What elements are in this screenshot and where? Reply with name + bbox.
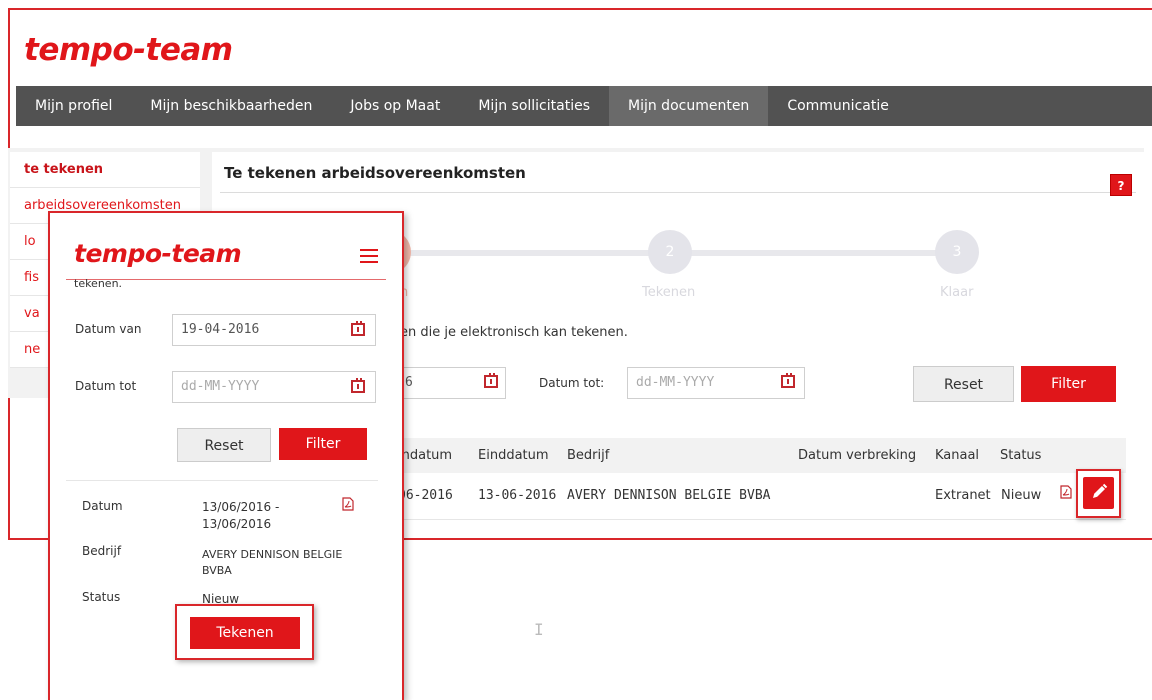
card-bedrijf-label: Bedrijf [82, 544, 122, 558]
step-3-circle: 3 [935, 230, 979, 274]
nav-communicatie[interactable]: Communicatie [768, 86, 908, 126]
mobile-date-from-input[interactable]: 19-04-2016 [172, 314, 376, 346]
mobile-reset-button[interactable]: Reset [177, 428, 271, 462]
nav-mijn-profiel[interactable]: Mijn profiel [16, 86, 131, 126]
calendar-icon[interactable] [351, 321, 365, 336]
sidebar-item-te-tekenen[interactable]: te tekenen [10, 152, 200, 188]
col-einddatum[interactable]: Einddatum [478, 448, 549, 463]
card-bedrijf-value-2: BVBA [202, 564, 232, 577]
calendar-icon[interactable] [351, 378, 365, 393]
nav-mijn-sollicitaties[interactable]: Mijn sollicitaties [459, 86, 609, 126]
text-cursor-icon: I [534, 620, 544, 639]
help-button[interactable]: ? [1110, 174, 1132, 196]
page-title: Te tekenen arbeidsovereenkomsten [224, 164, 526, 182]
step-3-label: Klaar [940, 285, 974, 300]
nav-jobs-op-maat[interactable]: Jobs op Maat [331, 86, 459, 126]
mobile-filter-button[interactable]: Filter [279, 428, 367, 460]
col-startdatum[interactable]: indatum [398, 448, 452, 463]
edit-button[interactable] [1083, 477, 1114, 509]
reset-button[interactable]: Reset [913, 366, 1014, 402]
col-bedrijf[interactable]: Bedrijf [567, 448, 609, 463]
step-2-label: Tekenen [642, 285, 696, 300]
filter-button[interactable]: Filter [1021, 366, 1116, 402]
mobile-intro-text: tekenen. [74, 277, 123, 290]
cell-status: Nieuw [1001, 488, 1042, 503]
card-datum-label: Datum [82, 499, 123, 513]
cell-einddatum: 13-06-2016 [478, 488, 557, 503]
card-datum-value: 13/06/2016 - [202, 500, 280, 514]
row-divider [400, 519, 1126, 520]
mobile-date-from-label: Datum van [75, 322, 142, 336]
tekenen-button[interactable]: Tekenen [190, 617, 300, 649]
nav-mijn-documenten[interactable]: Mijn documenten [609, 86, 769, 126]
step-2-circle: 2 [648, 230, 692, 274]
hamburger-menu-icon[interactable] [360, 249, 378, 264]
calendar-icon[interactable] [484, 373, 498, 388]
cell-startdatum: 06-2016 [398, 488, 453, 503]
description-text: en die je elektronisch kan tekenen. [400, 325, 628, 340]
mobile-card-divider [66, 480, 378, 481]
calendar-icon[interactable] [781, 373, 795, 388]
card-datum-value-2: 13/06/2016 [202, 517, 272, 531]
col-kanaal[interactable]: Kanaal [935, 448, 979, 463]
nav-mijn-beschikbaarheden[interactable]: Mijn beschikbaarheden [131, 86, 331, 126]
title-divider [220, 192, 1136, 193]
pdf-icon[interactable] [342, 497, 354, 511]
date-to-input[interactable]: dd-MM-YYYY [627, 367, 805, 399]
col-datum-verbreking[interactable]: Datum verbreking [798, 448, 916, 463]
main-nav: Mijn profiel Mijn beschikbaarheden Jobs … [16, 86, 1152, 126]
mobile-date-to-input[interactable]: dd-MM-YYYY [172, 371, 376, 403]
brand-logo[interactable]: tempo-team [24, 32, 233, 68]
card-bedrijf-value: AVERY DENNISON BELGIE [202, 548, 343, 561]
card-status-label: Status [82, 590, 121, 604]
cell-kanaal: Extranet [935, 488, 991, 503]
date-to-label: Datum tot: [539, 376, 605, 390]
mobile-date-to-label: Datum tot [75, 379, 137, 393]
mobile-brand-logo[interactable]: tempo-team [74, 239, 242, 268]
col-status[interactable]: Status [1000, 448, 1041, 463]
pdf-icon[interactable] [1060, 485, 1072, 499]
cell-bedrijf: AVERY DENNISON BELGIE BVBA [567, 488, 771, 503]
pencil-icon [1093, 483, 1108, 498]
